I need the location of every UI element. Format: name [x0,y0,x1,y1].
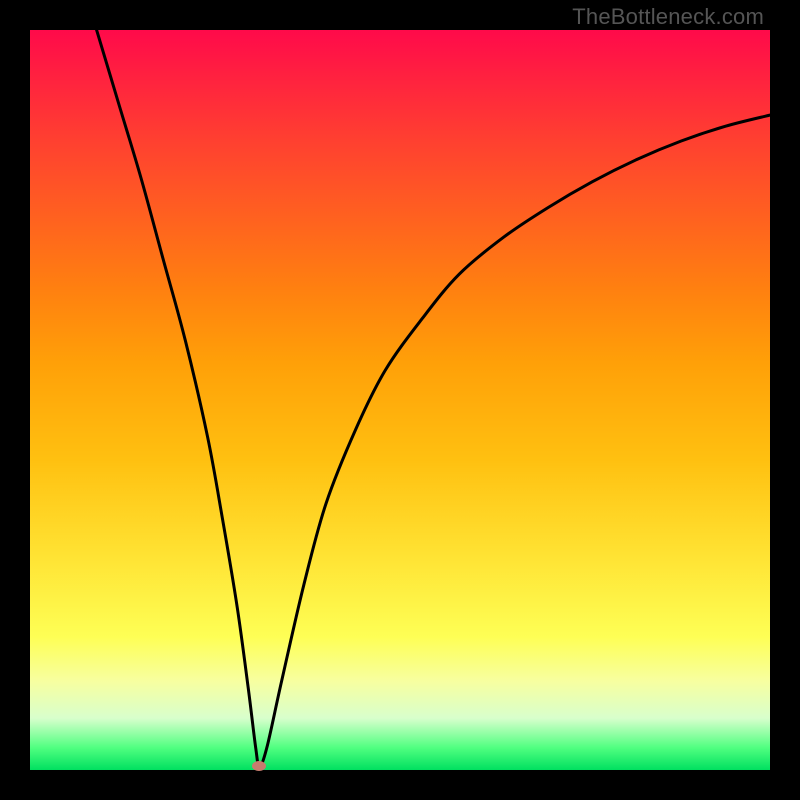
curve-svg [30,30,770,770]
bottleneck-curve [97,30,770,766]
watermark-text: TheBottleneck.com [572,4,764,30]
minimum-point-marker [252,761,266,771]
chart-frame [30,30,770,770]
